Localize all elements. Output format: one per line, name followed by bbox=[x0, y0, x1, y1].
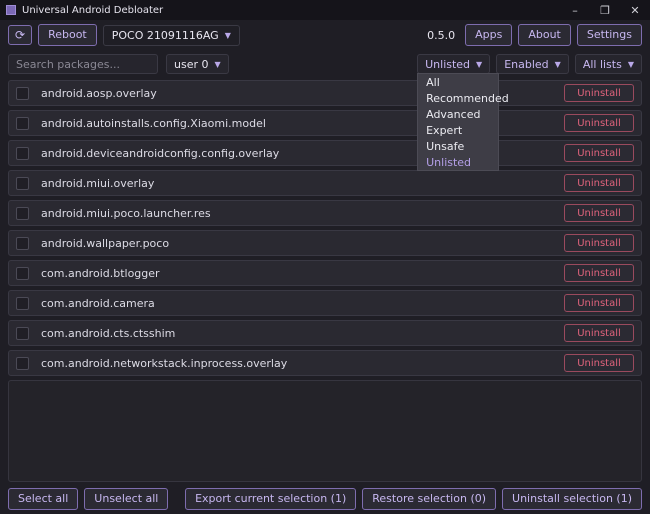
package-name: android.miui.poco.launcher.res bbox=[41, 206, 211, 220]
export-selection-button[interactable]: Export current selection (1) bbox=[185, 488, 357, 510]
filter-selects: Unlisted ▼ All Recommended Advanced Expert U… bbox=[417, 54, 642, 171]
uninstall-button[interactable]: Uninstall bbox=[564, 114, 634, 132]
list-filter-popup: All Recommended Advanced Expert Unsafe Unlist… bbox=[417, 73, 509, 171]
lists-filter-value: All lists bbox=[582, 57, 622, 71]
minimize-button[interactable]: – bbox=[560, 0, 590, 20]
about-button[interactable]: About bbox=[518, 24, 571, 46]
footer: Select all Unselect all Export current s… bbox=[0, 484, 650, 514]
uninstall-button[interactable]: Uninstall bbox=[564, 354, 634, 372]
package-name: android.wallpaper.poco bbox=[41, 236, 170, 250]
package-list: android.aosp.overlay Uninstall android.a… bbox=[0, 78, 650, 376]
filter-bar: user 0 ▼ Unlisted ▼ AllRecommendedAdvanc… bbox=[0, 50, 650, 171]
maximize-button[interactable]: ❐ bbox=[590, 0, 620, 20]
user-selector-value: user 0 bbox=[174, 57, 209, 71]
uninstall-button[interactable]: Uninstall bbox=[564, 294, 634, 312]
package-row[interactable]: android.miui.overlay Uninstall bbox=[8, 170, 642, 196]
package-row[interactable]: android.wallpaper.poco Uninstall bbox=[8, 230, 642, 256]
description-panel bbox=[8, 380, 642, 482]
package-row[interactable]: com.android.networkstack.inprocess.overl… bbox=[8, 350, 642, 376]
state-filter-selector[interactable]: Enabled ▼ bbox=[496, 54, 569, 74]
package-name: android.autoinstalls.config.Xiaomi.model bbox=[41, 116, 266, 130]
package-name: android.deviceandroidconfig.config.overl… bbox=[41, 146, 280, 160]
uninstall-button[interactable]: Uninstall bbox=[564, 144, 634, 162]
uninstall-button[interactable]: Uninstall bbox=[564, 204, 634, 222]
dropdown-option-unsafe[interactable]: Unsafe bbox=[418, 138, 498, 154]
chevron-down-icon: ▼ bbox=[627, 59, 634, 69]
chevron-down-icon: ▼ bbox=[476, 59, 483, 69]
settings-button[interactable]: Settings bbox=[576, 24, 642, 46]
window-title: Universal Android Debloater bbox=[22, 4, 164, 16]
package-name: android.miui.overlay bbox=[41, 176, 155, 190]
dropdown-option-all[interactable]: All bbox=[418, 74, 498, 90]
dropdown-option-recommended[interactable]: Recommended bbox=[418, 90, 509, 106]
close-button[interactable]: ✕ bbox=[620, 0, 650, 20]
user-selector[interactable]: user 0 ▼ bbox=[166, 54, 229, 74]
package-checkbox[interactable] bbox=[16, 296, 29, 310]
chevron-down-icon: ▼ bbox=[554, 59, 561, 69]
version-label: 0.5.0 bbox=[427, 28, 456, 42]
unselect-all-button[interactable]: Unselect all bbox=[84, 488, 169, 510]
package-row[interactable]: com.android.camera Uninstall bbox=[8, 290, 642, 316]
uninstall-button[interactable]: Uninstall bbox=[564, 264, 634, 282]
package-row[interactable]: android.deviceandroidconfig.config.overl… bbox=[8, 140, 642, 166]
package-checkbox[interactable] bbox=[16, 266, 29, 280]
uninstall-button[interactable]: Uninstall bbox=[564, 84, 634, 102]
dropdown-option-unlisted[interactable]: Unlisted bbox=[418, 154, 498, 170]
dropdown-option-advanced[interactable]: Advanced bbox=[418, 106, 498, 122]
package-checkbox[interactable] bbox=[16, 206, 29, 220]
package-name: com.android.camera bbox=[41, 296, 155, 310]
uninstall-button[interactable]: Uninstall bbox=[564, 324, 634, 342]
uninstall-selection-button[interactable]: Uninstall selection (1) bbox=[502, 488, 642, 510]
uninstall-button[interactable]: Uninstall bbox=[564, 234, 634, 252]
package-checkbox[interactable] bbox=[16, 236, 29, 250]
package-row[interactable]: com.android.cts.ctsshim Uninstall bbox=[8, 320, 642, 346]
titlebar: Universal Android Debloater – ❐ ✕ bbox=[0, 0, 650, 20]
apps-button[interactable]: Apps bbox=[465, 24, 513, 46]
refresh-icon: ⟳ bbox=[15, 28, 26, 42]
package-name: android.aosp.overlay bbox=[41, 86, 157, 100]
package-checkbox[interactable] bbox=[16, 176, 29, 190]
package-checkbox[interactable] bbox=[16, 116, 29, 130]
chevron-down-icon: ▼ bbox=[214, 59, 221, 69]
lists-filter-selector[interactable]: All lists ▼ bbox=[574, 54, 642, 74]
device-selector[interactable]: POCO 21091116AG ▼ bbox=[102, 24, 240, 46]
select-all-button[interactable]: Select all bbox=[8, 488, 79, 510]
package-name: com.android.networkstack.inprocess.overl… bbox=[41, 356, 288, 370]
footer-right: Export current selection (1) Restore sel… bbox=[185, 488, 642, 510]
refresh-button[interactable]: ⟳ bbox=[8, 25, 33, 45]
search-input[interactable] bbox=[8, 54, 158, 74]
restore-selection-button[interactable]: Restore selection (0) bbox=[362, 488, 497, 510]
package-checkbox[interactable] bbox=[16, 356, 29, 370]
list-filter-selector[interactable]: Unlisted ▼ All Recommended Advanced Expert U… bbox=[417, 54, 509, 171]
toolbar: ⟳ Reboot POCO 21091116AG ▼ 0.5.0 Apps Ab… bbox=[0, 20, 650, 50]
package-row[interactable]: android.aosp.overlay Uninstall bbox=[8, 80, 642, 106]
device-selector-value: POCO 21091116AG bbox=[111, 28, 219, 42]
app-icon bbox=[6, 5, 16, 15]
package-row[interactable]: android.autoinstalls.config.Xiaomi.model… bbox=[8, 110, 642, 136]
state-filter-value: Enabled bbox=[504, 57, 549, 71]
package-row[interactable]: android.miui.poco.launcher.res Uninstall bbox=[8, 200, 642, 226]
chevron-down-icon: ▼ bbox=[224, 30, 231, 40]
package-name: com.android.cts.ctsshim bbox=[41, 326, 176, 340]
package-checkbox[interactable] bbox=[16, 86, 29, 100]
package-checkbox[interactable] bbox=[16, 146, 29, 160]
list-filter-value: Unlisted bbox=[425, 57, 471, 71]
dropdown-option-expert[interactable]: Expert bbox=[418, 122, 498, 138]
uninstall-button[interactable]: Uninstall bbox=[564, 174, 634, 192]
reboot-button[interactable]: Reboot bbox=[38, 24, 97, 46]
window-controls: – ❐ ✕ bbox=[560, 0, 650, 20]
package-row[interactable]: com.android.btlogger Uninstall bbox=[8, 260, 642, 286]
package-name: com.android.btlogger bbox=[41, 266, 160, 280]
package-checkbox[interactable] bbox=[16, 326, 29, 340]
